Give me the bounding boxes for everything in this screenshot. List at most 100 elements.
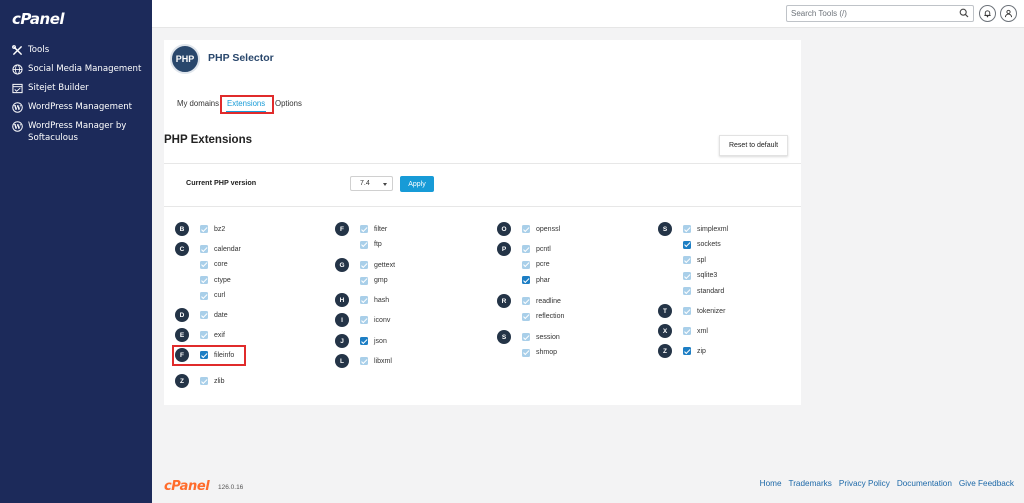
extension-checkbox[interactable] [200, 225, 208, 233]
extension-checkbox[interactable] [200, 276, 208, 285]
extension-checkbox[interactable] [360, 240, 368, 249]
footer-link-privacy-policy[interactable]: Privacy Policy [839, 479, 890, 488]
extension-ftp[interactable]: ftp [360, 240, 382, 250]
svg-text:W: W [12, 103, 21, 111]
extension-readline[interactable]: readline [522, 296, 561, 306]
extension-checkbox[interactable] [200, 245, 208, 253]
group-letter-badge: T [658, 304, 672, 318]
extension-tokenizer[interactable]: tokenizer [683, 306, 725, 316]
extension-checkbox[interactable] [360, 261, 368, 269]
extension-hash[interactable]: hash [360, 295, 389, 305]
extension-label: phar [536, 276, 551, 284]
extension-pcre[interactable]: pcre [522, 260, 550, 270]
extension-label: gettext [374, 261, 396, 269]
sidebar-item-sitejet[interactable]: Sitejet Builder [11, 82, 147, 94]
group-letter-badge: R [497, 294, 511, 308]
group-letter-badge: I [335, 313, 349, 327]
extension-checkbox[interactable] [683, 347, 691, 355]
extension-checkbox[interactable] [683, 307, 691, 315]
extension-ctype[interactable]: ctype [200, 275, 231, 285]
extension-checkbox[interactable] [360, 296, 368, 304]
extension-checkbox[interactable] [683, 256, 691, 265]
extension-label: filter [374, 225, 388, 233]
extension-zlib[interactable]: zlib [200, 376, 225, 386]
extension-checkbox[interactable] [200, 351, 208, 359]
extension-sockets[interactable]: sockets [683, 240, 721, 250]
extension-gmp[interactable]: gmp [360, 276, 388, 286]
group-letter-badge: Z [658, 344, 672, 358]
extension-curl[interactable]: curl [200, 291, 225, 301]
extension-libxml[interactable]: libxml [360, 356, 392, 366]
extension-fileinfo[interactable]: fileinfo [200, 350, 234, 360]
extension-json[interactable]: json [360, 336, 387, 346]
footer-link-documentation[interactable]: Documentation [897, 479, 952, 488]
topbar [152, 0, 1024, 28]
extension-bz2[interactable]: bz2 [200, 224, 225, 234]
extension-standard[interactable]: standard [683, 286, 724, 296]
extension-checkbox[interactable] [522, 245, 530, 253]
bell-icon[interactable] [979, 5, 996, 22]
extension-shmop[interactable]: shmop [522, 348, 557, 358]
extension-checkbox[interactable] [522, 297, 530, 305]
extension-checkbox[interactable] [683, 271, 691, 280]
sitejet-icon [11, 82, 23, 94]
extension-sqlite3[interactable]: sqlite3 [683, 271, 717, 281]
cpanel-logo[interactable]: cPanel [12, 10, 65, 28]
footer-link-give-feedback[interactable]: Give Feedback [959, 479, 1014, 488]
extension-simplexml[interactable]: simplexml [683, 224, 728, 234]
extension-exif[interactable]: exif [200, 330, 225, 340]
extension-checkbox[interactable] [683, 240, 691, 249]
extension-date[interactable]: date [200, 310, 228, 320]
extension-checkbox[interactable] [522, 260, 530, 269]
extension-checkbox[interactable] [200, 260, 208, 269]
extension-checkbox[interactable] [360, 276, 368, 285]
extension-label: session [536, 333, 560, 341]
extension-xml[interactable]: xml [683, 326, 708, 336]
extension-iconv[interactable]: iconv [360, 315, 390, 325]
extension-label: ctype [214, 276, 231, 284]
extension-checkbox[interactable] [522, 225, 530, 233]
extension-core[interactable]: core [200, 260, 228, 270]
extension-checkbox[interactable] [200, 291, 208, 300]
extension-zip[interactable]: zip [683, 346, 706, 356]
extension-label: bz2 [214, 225, 226, 233]
extension-label: simplexml [697, 225, 729, 233]
extension-checkbox[interactable] [360, 337, 368, 345]
extension-gettext[interactable]: gettext [360, 260, 395, 270]
extension-checkbox[interactable] [360, 357, 368, 365]
extension-filter[interactable]: filter [360, 224, 387, 234]
extension-calendar[interactable]: calendar [200, 244, 241, 254]
extension-checkbox[interactable] [683, 327, 691, 335]
sidebar-item-social-media[interactable]: Social Media Management [11, 63, 147, 75]
extension-phar[interactable]: phar [522, 275, 550, 285]
extension-checkbox[interactable] [360, 225, 368, 233]
footer-cpanel-logo[interactable]: cPanel [164, 479, 210, 494]
extension-checkbox[interactable] [200, 377, 208, 385]
extension-openssl[interactable]: openssl [522, 224, 560, 234]
extension-reflection[interactable]: reflection [522, 312, 564, 322]
extension-checkbox[interactable] [522, 312, 530, 321]
footer-version: 126.0.16 [218, 484, 244, 491]
extension-checkbox[interactable] [200, 311, 208, 319]
extension-checkbox[interactable] [522, 276, 530, 285]
extension-label: readline [536, 297, 561, 305]
user-icon[interactable] [1000, 5, 1017, 22]
extension-checkbox[interactable] [200, 331, 208, 339]
extension-label: gmp [374, 277, 388, 285]
sidebar-item-wordpress-softaculous[interactable]: W WordPress Manager by Softaculous [11, 120, 147, 144]
extension-pcntl[interactable]: pcntl [522, 244, 551, 254]
sidebar-item-tools[interactable]: Tools [11, 44, 147, 56]
search-icon[interactable] [959, 8, 970, 19]
search-input[interactable] [787, 6, 947, 21]
footer-link-trademarks[interactable]: Trademarks [789, 479, 832, 488]
extension-checkbox[interactable] [683, 225, 691, 233]
footer-link-home[interactable]: Home [760, 479, 782, 488]
extension-checkbox[interactable] [683, 287, 691, 296]
extension-checkbox[interactable] [522, 348, 530, 357]
extension-label: sockets [697, 241, 721, 249]
extension-checkbox[interactable] [522, 333, 530, 341]
extension-spl[interactable]: spl [683, 255, 706, 265]
extension-checkbox[interactable] [360, 316, 368, 324]
sidebar-item-wordpress-management[interactable]: W WordPress Management [11, 101, 147, 113]
extension-session[interactable]: session [522, 332, 560, 342]
